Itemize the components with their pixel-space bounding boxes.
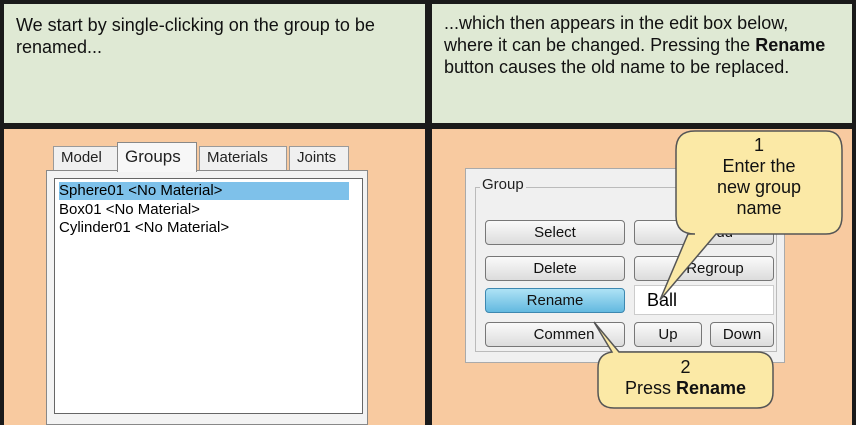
delete-button[interactable]: Delete xyxy=(485,256,625,281)
up-button[interactable]: Up xyxy=(634,322,702,347)
left-caption-cell: We start by single-clicking on the group… xyxy=(4,4,425,123)
callout-1-line1: Enter the xyxy=(722,156,796,176)
tutorial-frame: We start by single-clicking on the group… xyxy=(0,0,856,425)
left-caption: We start by single-clicking on the group… xyxy=(16,15,375,57)
tab-strip: Model Groups Materials Joints xyxy=(53,142,353,172)
comment-button[interactable]: Commen xyxy=(485,322,625,347)
add-button[interactable]: dd xyxy=(634,220,774,245)
add-button-label: dd xyxy=(716,224,733,241)
down-button[interactable]: Down xyxy=(710,322,774,347)
tab-materials[interactable]: Materials xyxy=(199,146,287,170)
list-item[interactable]: Cylinder01 <No Material> xyxy=(59,219,229,237)
list-item[interactable]: Box01 <No Material> xyxy=(59,201,200,219)
regroup-button[interactable]: Regroup xyxy=(634,256,774,281)
callout-1: 1 Enter the new group name xyxy=(676,135,842,219)
group-name-field[interactable]: Ball xyxy=(634,285,774,315)
groups-listbox[interactable]: Sphere01 <No Material> Box01 <No Materia… xyxy=(54,178,363,414)
group-legend: Group xyxy=(480,176,526,193)
callout-1-number: 1 xyxy=(753,135,764,155)
select-button[interactable]: Select xyxy=(485,220,625,245)
right-caption-bold: Rename xyxy=(755,35,826,55)
callout-2-number: 2 xyxy=(680,357,691,377)
tab-groups[interactable]: Groups xyxy=(117,142,197,172)
rename-button[interactable]: Rename xyxy=(485,288,625,313)
callout-2-line: Press Rename xyxy=(598,378,773,399)
callout-2: 2 Press Rename xyxy=(598,357,773,399)
callout-1-line3: name xyxy=(736,198,782,218)
right-caption-cell: ...which then appears in the edit box be… xyxy=(432,4,852,123)
right-caption-text-2: button causes the old name to be replace… xyxy=(444,57,790,77)
callout-1-line2: new group xyxy=(716,177,802,197)
tab-model[interactable]: Model xyxy=(53,146,118,170)
tab-joints[interactable]: Joints xyxy=(289,146,349,170)
list-item[interactable]: Sphere01 <No Material> xyxy=(59,182,349,200)
callout-2-bold: Rename xyxy=(675,378,747,398)
callout-2-prefix: Press xyxy=(624,378,676,398)
right-caption-text-1: ...which then appears in the edit box be… xyxy=(444,13,789,55)
